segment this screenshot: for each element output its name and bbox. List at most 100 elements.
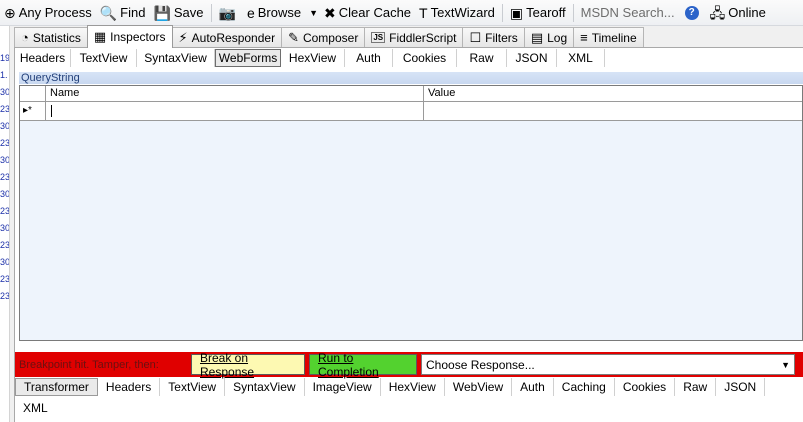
name-cell-input[interactable] [46,102,424,120]
response-inspector-tabs-row2: XML [15,398,803,418]
tab-label: Timeline [591,30,637,45]
tab-timeline[interactable]: ≡ Timeline [573,27,644,47]
text-caret [51,105,52,117]
request-tab-hexview[interactable]: HexView [281,49,345,67]
tab-autoresponder[interactable]: ⚡ AutoResponder [171,27,283,47]
session-id-fragment: 30 [0,223,10,233]
session-id-fragment: 23 [0,240,10,250]
tab-fiddlerscript[interactable]: JS FiddlerScript [364,27,464,47]
request-tab-textview[interactable]: TextView [71,49,137,67]
response-tab-headers[interactable]: Headers [98,378,161,396]
screenshot-button[interactable]: 📷 [215,2,243,24]
inspectors-icon: ▦ [93,29,107,44]
any-process-label: Any Process [18,5,92,20]
response-tab-syntaxview[interactable]: SyntaxView [225,378,305,396]
browse-dropdown-icon[interactable]: ▼ [309,8,318,18]
request-tab-cookies[interactable]: Cookies [393,49,457,67]
online-status[interactable]: 🖧 Online [706,2,770,24]
crosshair-icon: ⊕ [4,4,16,21]
save-button[interactable]: 💾 Save [149,2,207,24]
tab-label: AutoResponder [191,30,276,45]
row-header-corner [20,86,46,101]
response-tab-textview[interactable]: TextView [160,378,226,396]
session-id-fragment: 23 [0,172,10,182]
column-header-name[interactable]: Name [46,86,424,101]
tab-statistics[interactable]: ◔ Statistics [14,27,88,47]
break-on-response-button[interactable]: Break on Response [191,351,305,379]
textwizard-icon: T [419,4,428,21]
request-tab-xml[interactable]: XML [557,49,605,67]
response-tab-raw[interactable]: Raw [675,378,717,396]
tab-filters[interactable]: ☐ Filters [462,27,525,47]
tab-label: Statistics [32,30,81,45]
request-tab-syntaxview[interactable]: SyntaxView [137,49,215,67]
request-tab-headers[interactable]: Headers [15,49,71,67]
tab-log[interactable]: ▤ Log [523,27,575,47]
session-id-fragment: 23 [0,104,10,114]
response-tab-caching[interactable]: Caching [554,378,615,396]
choose-response-dropdown[interactable]: Choose Response... ▼ [421,354,795,375]
response-tab-imageview[interactable]: ImageView [305,378,381,396]
response-tab-cookies[interactable]: Cookies [615,378,676,396]
find-label: Find [120,5,146,20]
session-id-fragment: 30 [0,87,10,97]
help-button[interactable]: ? [681,2,706,24]
response-tab-json[interactable]: JSON [716,378,766,396]
value-cell-input[interactable] [424,102,802,120]
binoculars-icon: 🔍 [99,4,118,21]
find-button[interactable]: 🔍 Find [96,2,150,24]
session-id-fragment: 23 [0,138,10,148]
fiddlerscript-icon: JS [371,32,386,43]
session-id-fragment: 23 [0,274,10,284]
network-icon: 🖧 [709,4,726,21]
grid-header: Name Value [20,86,802,102]
breakpoint-bar: Breakpoint hit. Tamper, then: Break on R… [15,351,803,379]
session-id-fragment: 30 [0,155,10,165]
tab-label: Filters [485,30,518,45]
session-id-fragment: 30 [0,257,10,267]
camera-icon: 📷 [218,4,236,21]
response-tab-webview[interactable]: WebView [445,378,513,396]
response-tab-transformer[interactable]: Transformer [15,378,98,396]
help-icon: ? [684,5,699,20]
tab-label: Inspectors [110,30,166,44]
response-inspector-tabs: Transformer Headers TextView SyntaxView Imag… [15,377,803,397]
toolbar-divider [501,3,503,22]
timeline-icon: ≡ [580,30,588,45]
tab-label: Composer [302,30,359,45]
tab-label: Log [547,30,568,45]
browse-button[interactable]: e Browse [243,2,305,24]
dropdown-arrow-icon: ▼ [781,359,790,370]
session-id-fragment: 30 [0,121,10,131]
save-label: Save [173,5,204,20]
response-tab-hexview[interactable]: HexView [381,378,445,396]
request-tab-json[interactable]: JSON [507,49,557,67]
new-row-marker: ▸* [20,102,46,120]
response-tab-xml[interactable]: XML [15,399,56,417]
text-wizard-button[interactable]: T TextWizard [415,2,499,24]
text-wizard-label: TextWizard [430,5,495,20]
session-id-fragment: 23 [0,291,10,301]
tab-inspectors[interactable]: ▦ Inspectors [86,25,173,48]
breakpoint-message: Breakpoint hit. Tamper, then: [19,358,159,371]
statistics-icon: ◔ [21,30,29,45]
toolbar-divider [210,3,212,22]
run-to-completion-button[interactable]: Run to Completion [309,351,417,379]
any-process-button[interactable]: ⊕ Any Process [0,2,96,24]
msdn-search-input[interactable]: MSDN Search... [577,3,681,23]
request-tab-auth[interactable]: Auth [345,49,393,67]
tearoff-button[interactable]: ▣ Tearoff [506,2,570,24]
column-header-value[interactable]: Value [424,86,802,101]
clear-cache-button[interactable]: ✖ Clear Cache [320,2,415,24]
querystring-header: QueryString [19,72,803,84]
request-tab-webforms[interactable]: WebForms [215,49,281,67]
response-tab-auth[interactable]: Auth [512,378,554,396]
filters-icon: ☐ [469,29,482,45]
table-row[interactable]: ▸* [20,102,802,121]
clear-cache-label: Clear Cache [338,5,412,20]
inspector-panel: Headers TextView SyntaxView WebForms HexView… [14,48,803,422]
composer-icon: ✎ [288,29,299,45]
tab-composer[interactable]: ✎ Composer [281,27,366,47]
request-tab-raw[interactable]: Raw [457,49,507,67]
browse-label: Browse [257,5,302,20]
